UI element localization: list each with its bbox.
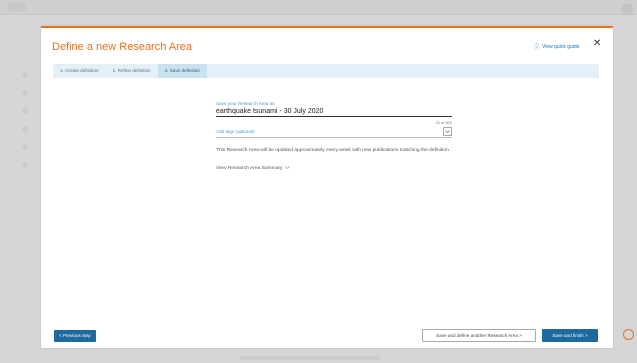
step-refine-definition[interactable]: 2. Refine definition	[106, 64, 158, 78]
background-bottom-bar	[240, 356, 380, 360]
tags-dropdown[interactable]: Add tags (optional)	[216, 125, 452, 138]
chevron-down-icon[interactable]	[443, 126, 452, 136]
previous-step-button[interactable]: < Previous step	[54, 330, 96, 342]
help-icon[interactable]	[623, 329, 634, 340]
wizard-steps: 1. Create definition 2. Refine definitio…	[53, 64, 599, 78]
tags-placeholder: Add tags (optional)	[216, 128, 255, 134]
background-nav-icon	[22, 162, 28, 168]
update-frequency-info: This Research Area will be updated appro…	[216, 148, 451, 153]
summary-link-label: View Research Area Summary	[216, 165, 283, 171]
background-nav-icon	[22, 108, 28, 114]
quick-guide-label: View quick guide	[542, 43, 580, 50]
view-quick-guide-link[interactable]: ⓘ View quick guide	[534, 42, 580, 52]
dialog-title: Define a new Research Area	[52, 41, 193, 53]
save-and-finish-button[interactable]: Save and finish >	[542, 329, 598, 342]
background-nav-icon	[22, 126, 28, 132]
background-nav-icon	[22, 90, 28, 96]
step-create-definition[interactable]: 1. Create definition	[53, 64, 106, 78]
view-summary-toggle[interactable]: View Research Area Summary	[216, 166, 290, 171]
help-circle-icon: ⓘ	[534, 45, 541, 51]
background-nav-icon	[22, 72, 28, 78]
step-save-definition[interactable]: 3. Save definition	[157, 64, 207, 78]
background-topbar	[0, 0, 637, 15]
background-nav-icon	[22, 144, 28, 150]
save-and-define-another-button[interactable]: Save and define another Research Area >	[422, 329, 536, 342]
chevron-down-icon	[284, 165, 290, 171]
save-definition-form: Save your Research Area as earthquake ts…	[216, 101, 452, 174]
name-field-label: Save your Research Area as	[216, 101, 275, 106]
background-logo	[8, 2, 26, 11]
close-button[interactable]: ✕	[593, 39, 601, 49]
define-research-area-dialog: Define a new Research Area ⓘ View quick …	[41, 26, 613, 348]
background-avatar	[621, 3, 633, 15]
research-area-name-input[interactable]: earthquake tsunami - 30 July 2020	[216, 108, 452, 115]
name-input-underline	[216, 116, 452, 117]
